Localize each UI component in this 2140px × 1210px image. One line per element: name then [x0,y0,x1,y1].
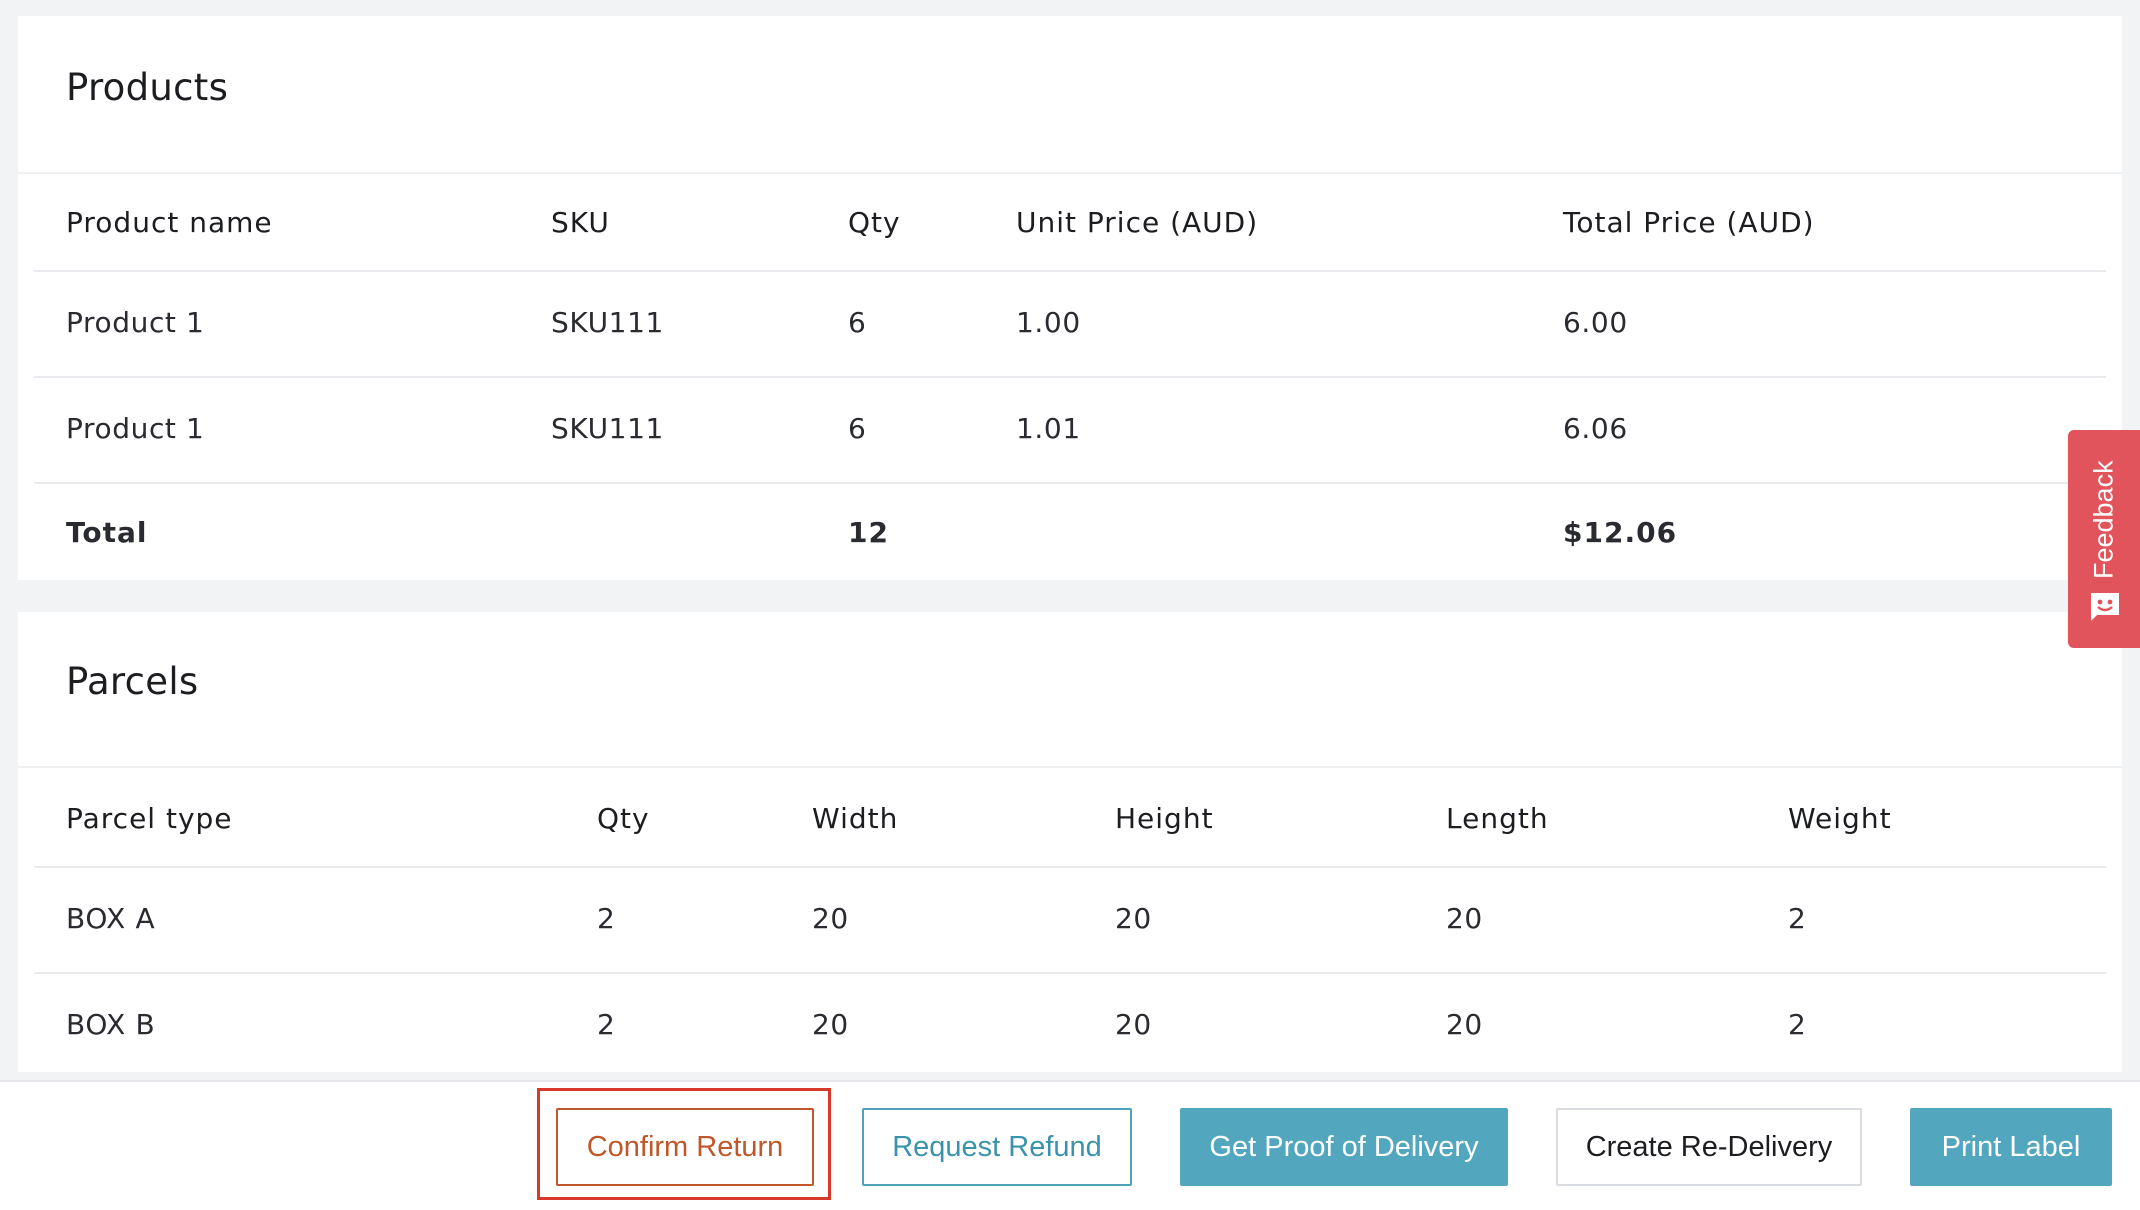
product-total-price: 6.06 [1563,412,1628,445]
col-qty: Qty [597,802,650,835]
product-sku: SKU111 [551,306,664,339]
products-card: Products Product name SKU Qty Unit Price… [18,16,2122,580]
parcels-title: Parcels [66,660,199,703]
divider [18,766,2122,768]
product-unit-price: 1.01 [1016,412,1081,445]
product-total-price: 6.00 [1563,306,1628,339]
col-width: Width [812,802,899,835]
confirm-return-button[interactable]: Confirm Return [556,1108,814,1186]
parcel-width: 20 [812,1008,849,1041]
divider [34,972,2106,974]
parcel-length: 20 [1446,902,1483,935]
total-qty: 12 [848,516,889,549]
feedback-tab[interactable]: Feedback [2068,430,2140,648]
chat-face-icon [2091,593,2119,621]
parcel-height: 20 [1115,1008,1152,1041]
parcels-card: Parcels Parcel type Qty Width Height Len… [18,612,2122,1072]
divider [34,866,2106,868]
parcel-qty: 2 [597,902,616,935]
request-refund-button[interactable]: Request Refund [862,1108,1132,1186]
action-bar: Confirm Return Request Refund Get Proof … [0,1080,2140,1210]
parcel-type: BOX B [66,1008,156,1041]
divider [34,270,2106,272]
create-re-delivery-button[interactable]: Create Re-Delivery [1556,1108,1862,1186]
col-unit-price: Unit Price (AUD) [1016,206,1259,239]
product-sku: SKU111 [551,412,664,445]
col-height: Height [1115,802,1214,835]
parcel-qty: 2 [597,1008,616,1041]
product-qty: 6 [848,412,867,445]
parcel-width: 20 [812,902,849,935]
print-label-button[interactable]: Print Label [1910,1108,2112,1186]
parcel-weight: 2 [1788,1008,1807,1041]
products-title: Products [66,66,229,109]
product-unit-price: 1.00 [1016,306,1081,339]
product-qty: 6 [848,306,867,339]
product-name: Product 1 [66,412,205,445]
divider [34,482,2106,484]
get-proof-of-delivery-button[interactable]: Get Proof of Delivery [1180,1108,1508,1186]
col-parcel-type: Parcel type [66,802,233,835]
col-total-price: Total Price (AUD) [1563,206,1815,239]
col-qty: Qty [848,206,901,239]
feedback-label: Feedback [2088,460,2119,580]
parcel-height: 20 [1115,902,1152,935]
col-sku: SKU [551,206,610,239]
col-product-name: Product name [66,206,273,239]
parcel-length: 20 [1446,1008,1483,1041]
parcel-type: BOX A [66,902,156,935]
total-label: Total [66,516,148,549]
divider [34,376,2106,378]
col-weight: Weight [1788,802,1892,835]
col-length: Length [1446,802,1549,835]
parcel-weight: 2 [1788,902,1807,935]
product-name: Product 1 [66,306,205,339]
total-price: $12.06 [1563,516,1678,549]
divider [18,172,2122,174]
